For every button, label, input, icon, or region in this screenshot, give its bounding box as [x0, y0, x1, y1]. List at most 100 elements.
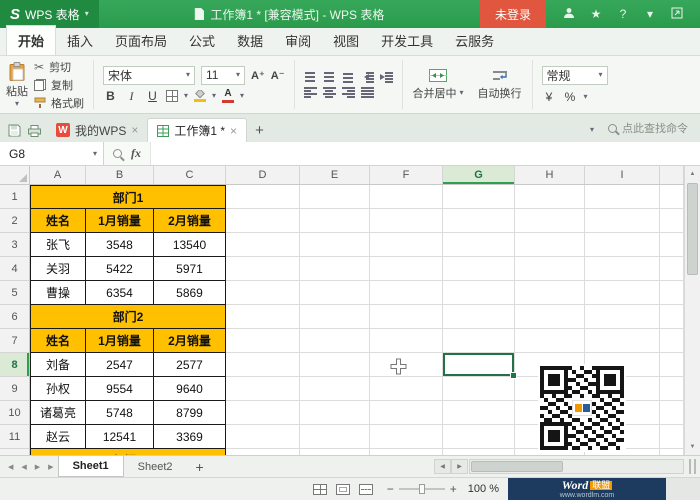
cell-B7[interactable]: 1月销量 — [86, 329, 154, 353]
fill-color-button[interactable] — [194, 90, 207, 102]
cell-E7[interactable] — [300, 329, 370, 353]
cell-G5[interactable] — [443, 281, 515, 305]
cell-D6[interactable] — [226, 305, 300, 329]
wrap-text-button[interactable]: 自动换行 — [471, 56, 529, 113]
cell-A3[interactable]: 张飞 — [30, 233, 86, 257]
row-header-5[interactable]: 5 — [0, 281, 30, 305]
cell-B8[interactable]: 2547 — [86, 353, 154, 377]
paste-button[interactable]: 粘贴 ▾ — [6, 61, 28, 108]
cell-D5[interactable] — [226, 281, 300, 305]
cell-H6[interactable] — [515, 305, 585, 329]
cell-E11[interactable] — [300, 425, 370, 449]
cell-F11[interactable] — [370, 425, 443, 449]
cell-C10[interactable]: 8799 — [154, 401, 226, 425]
cell-D3[interactable] — [226, 233, 300, 257]
cell-H3[interactable] — [515, 233, 585, 257]
cell-name-box[interactable]: G8 ▾ — [0, 142, 104, 165]
column-header-A[interactable]: A — [30, 166, 86, 184]
cell-C9[interactable]: 9640 — [154, 377, 226, 401]
italic-button[interactable]: I — [124, 89, 139, 104]
cell-E2[interactable] — [300, 209, 370, 233]
formula-input[interactable] — [151, 142, 700, 165]
column-header-F[interactable]: F — [370, 166, 443, 184]
column-header-D[interactable]: D — [226, 166, 300, 184]
cell-F1[interactable] — [370, 185, 443, 209]
cell-D7[interactable] — [226, 329, 300, 353]
cell-A6[interactable]: 部门2 — [30, 305, 226, 329]
menu-tab-data[interactable]: 数据 — [226, 26, 274, 55]
cell-A8[interactable]: 刘备 — [30, 353, 86, 377]
cell-H4[interactable] — [515, 257, 585, 281]
decrease-indent-icon[interactable] — [361, 71, 374, 83]
cell-x7[interactable] — [660, 329, 684, 353]
cell-F8[interactable] — [370, 353, 443, 377]
cell-G6[interactable] — [443, 305, 515, 329]
cell-H1[interactable] — [515, 185, 585, 209]
cell-D8[interactable] — [226, 353, 300, 377]
cell-G12[interactable] — [443, 449, 515, 455]
cell-F3[interactable] — [370, 233, 443, 257]
row-header-1[interactable]: 1 — [0, 185, 30, 209]
number-format-select[interactable]: 常规 ▾ — [541, 65, 608, 85]
cell-x4[interactable] — [660, 257, 684, 281]
cell-H5[interactable] — [515, 281, 585, 305]
scroll-left-arrow-icon[interactable]: ◀ — [434, 459, 451, 474]
cell-A5[interactable]: 曹操 — [30, 281, 86, 305]
page-layout-view-icon[interactable] — [335, 483, 350, 495]
cell-C4[interactable]: 5971 — [154, 257, 226, 281]
decrease-font-size-button[interactable]: A⁻ — [271, 69, 285, 82]
cell-D12[interactable] — [226, 449, 300, 455]
menu-tab-insert[interactable]: 插入 — [56, 26, 104, 55]
borders-icon[interactable] — [166, 90, 178, 102]
close-tab-icon[interactable]: × — [131, 124, 138, 136]
cell-D4[interactable] — [226, 257, 300, 281]
cell-I4[interactable] — [585, 257, 660, 281]
cell-B3[interactable]: 3548 — [86, 233, 154, 257]
justify-icon[interactable] — [360, 86, 374, 98]
cell-x2[interactable] — [660, 209, 684, 233]
row-header-9[interactable]: 9 — [0, 377, 30, 401]
scroll-right-arrow-icon[interactable]: ▶ — [451, 459, 468, 474]
cell-I3[interactable] — [585, 233, 660, 257]
menu-tab-formulas[interactable]: 公式 — [178, 26, 226, 55]
cell-B2[interactable]: 1月销量 — [86, 209, 154, 233]
page-break-view-icon[interactable] — [358, 483, 373, 495]
cell-x1[interactable] — [660, 185, 684, 209]
insert-function-button[interactable]: fx — [131, 146, 141, 161]
cell-A4[interactable]: 关羽 — [30, 257, 86, 281]
cell-E1[interactable] — [300, 185, 370, 209]
scroll-up-arrow-icon[interactable]: ▲ — [685, 166, 700, 182]
increase-font-size-button[interactable]: A⁺ — [251, 69, 265, 82]
cell-F7[interactable] — [370, 329, 443, 353]
cell-F10[interactable] — [370, 401, 443, 425]
scroll-down-arrow-icon[interactable]: ▼ — [685, 439, 700, 455]
cell-B9[interactable]: 9554 — [86, 377, 154, 401]
chevron-down-icon[interactable]: ▾ — [184, 92, 188, 100]
chevron-down-icon[interactable]: ▾ — [643, 8, 657, 20]
cell-G2[interactable] — [443, 209, 515, 233]
cell-G9[interactable] — [443, 377, 515, 401]
cell-G3[interactable] — [443, 233, 515, 257]
cell-G7[interactable] — [443, 329, 515, 353]
cell-E12[interactable] — [300, 449, 370, 455]
chevron-down-icon[interactable]: ▾ — [584, 126, 600, 142]
zoom-slider[interactable] — [398, 484, 445, 494]
chevron-down-icon[interactable]: ▾ — [212, 92, 216, 100]
cell-E3[interactable] — [300, 233, 370, 257]
chevron-down-icon[interactable]: ▾ — [584, 92, 588, 101]
previous-sheet-arrow-icon[interactable]: ◀ — [17, 463, 30, 471]
cell-F6[interactable] — [370, 305, 443, 329]
cell-I2[interactable] — [585, 209, 660, 233]
align-center-icon[interactable] — [322, 86, 336, 98]
help-icon[interactable]: ? — [616, 8, 630, 20]
vertical-scrollbar[interactable]: ▲ ▼ — [684, 166, 700, 455]
align-top-icon[interactable] — [304, 71, 317, 83]
cell-x6[interactable] — [660, 305, 684, 329]
zoom-out-button[interactable]: − — [382, 482, 399, 496]
currency-format-button[interactable]: ¥ — [542, 90, 557, 104]
select-all-corner[interactable] — [0, 166, 30, 184]
cell-I1[interactable] — [585, 185, 660, 209]
column-header-B[interactable]: B — [86, 166, 154, 184]
row-header-10[interactable]: 10 — [0, 401, 30, 425]
zoom-slider-thumb[interactable] — [418, 484, 425, 494]
